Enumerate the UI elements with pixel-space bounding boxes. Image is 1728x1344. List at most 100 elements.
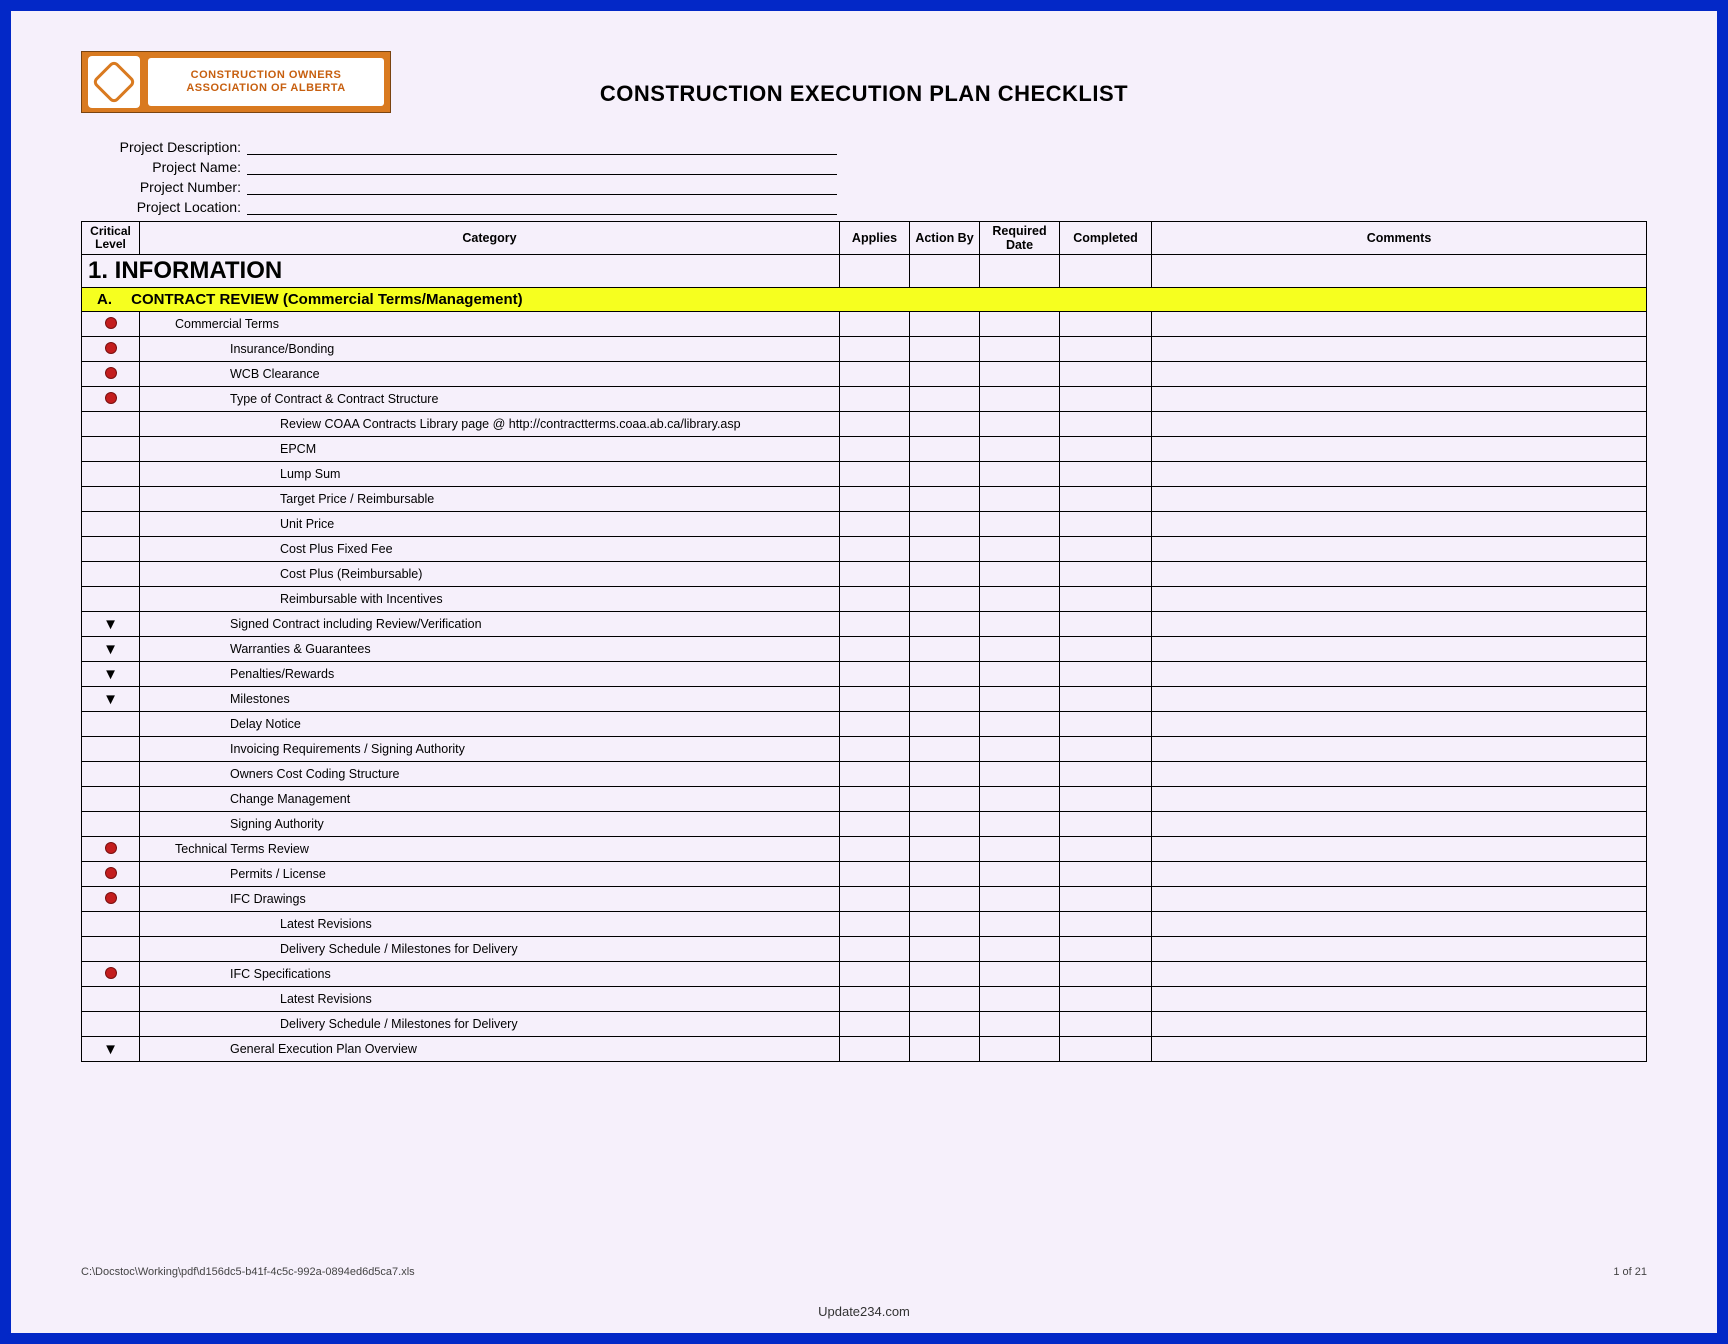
category-text: Review COAA Contracts Library page @ htt… (140, 417, 839, 431)
blank-cell (980, 987, 1060, 1012)
critical-dot-icon (106, 393, 116, 403)
blank-cell (980, 862, 1060, 887)
blank-cell (980, 537, 1060, 562)
project-info-blank (247, 199, 837, 215)
blank-cell (910, 637, 980, 662)
document-title: CONSTRUCTION EXECUTION PLAN CHECKLIST (11, 81, 1717, 107)
table-row: Cost Plus (Reimbursable) (82, 562, 1647, 587)
critical-cell (82, 337, 140, 362)
category-text: Signing Authority (140, 817, 839, 831)
category-text: Latest Revisions (140, 992, 839, 1006)
blank-cell (910, 937, 980, 962)
blank-cell (840, 337, 910, 362)
blank-cell (1060, 637, 1152, 662)
blank-cell (980, 662, 1060, 687)
blank-cell (1152, 787, 1647, 812)
blank-cell (1152, 562, 1647, 587)
expand-arrow-icon: ▼ (103, 691, 118, 708)
category-cell: WCB Clearance (140, 362, 840, 387)
blank-cell (1152, 587, 1647, 612)
section-title: 1. INFORMATION (82, 255, 840, 288)
project-info-row: Project Name: (91, 155, 1647, 175)
table-row: Change Management (82, 787, 1647, 812)
blank-cell (910, 487, 980, 512)
blank-cell (910, 712, 980, 737)
category-text: Lump Sum (140, 467, 839, 481)
critical-cell (82, 937, 140, 962)
category-cell: Lump Sum (140, 462, 840, 487)
blank-cell (910, 787, 980, 812)
table-row: ▼Milestones (82, 687, 1647, 712)
blank-cell (1152, 337, 1647, 362)
blank-cell (980, 512, 1060, 537)
category-cell: Delay Notice (140, 712, 840, 737)
table-row: Target Price / Reimbursable (82, 487, 1647, 512)
project-info-row: Project Number: (91, 175, 1647, 195)
critical-cell (82, 437, 140, 462)
blank-cell (1152, 962, 1647, 987)
blank-cell (840, 987, 910, 1012)
col-action: Action By (910, 222, 980, 255)
category-cell: Delivery Schedule / Milestones for Deliv… (140, 1012, 840, 1037)
document-frame: CONSTRUCTION OWNERS ASSOCIATION OF ALBER… (0, 0, 1728, 1344)
blank-cell (910, 562, 980, 587)
blank-cell (1152, 762, 1647, 787)
category-cell: Change Management (140, 787, 840, 812)
blank-cell (1152, 687, 1647, 712)
col-comments: Comments (1152, 222, 1647, 255)
blank-cell (1152, 737, 1647, 762)
blank-cell (980, 737, 1060, 762)
critical-cell (82, 1012, 140, 1037)
blank-cell (840, 512, 910, 537)
blank-cell (980, 587, 1060, 612)
subsection-title: CONTRACT REVIEW (Commercial Terms/Manage… (131, 291, 522, 308)
blank-cell (1152, 387, 1647, 412)
blank-cell (1152, 412, 1647, 437)
table-row: Latest Revisions (82, 987, 1647, 1012)
category-cell: EPCM (140, 437, 840, 462)
category-text: General Execution Plan Overview (140, 1042, 839, 1056)
table-row: Delivery Schedule / Milestones for Deliv… (82, 1012, 1647, 1037)
blank-cell (840, 562, 910, 587)
blank-cell (1060, 762, 1152, 787)
blank-cell (910, 812, 980, 837)
blank-cell (980, 612, 1060, 637)
category-cell: Signing Authority (140, 812, 840, 837)
critical-dot-icon (106, 968, 116, 978)
blank-cell (840, 387, 910, 412)
blank-cell (840, 1037, 910, 1062)
category-cell: Penalties/Rewards (140, 662, 840, 687)
blank-cell (1060, 962, 1152, 987)
table-row: Invoicing Requirements / Signing Authori… (82, 737, 1647, 762)
table-row: ▼Warranties & Guarantees (82, 637, 1647, 662)
category-cell: Latest Revisions (140, 987, 840, 1012)
blank-cell (1060, 662, 1152, 687)
blank-cell (980, 887, 1060, 912)
subsection-heading-row: A. CONTRACT REVIEW (Commercial Terms/Man… (82, 288, 1647, 312)
blank-cell (910, 387, 980, 412)
blank-cell (1060, 912, 1152, 937)
blank-cell (910, 462, 980, 487)
critical-cell (82, 862, 140, 887)
blank-cell (840, 362, 910, 387)
blank-cell (1152, 662, 1647, 687)
blank-cell (840, 412, 910, 437)
blank-cell (980, 487, 1060, 512)
category-text: Change Management (140, 792, 839, 806)
blank-cell (980, 1037, 1060, 1062)
critical-cell (82, 462, 140, 487)
critical-cell (82, 912, 140, 937)
category-text: Technical Terms Review (140, 842, 839, 856)
blank-cell (840, 962, 910, 987)
category-text: IFC Drawings (140, 892, 839, 906)
blank-cell (980, 312, 1060, 337)
category-cell: Delivery Schedule / Milestones for Deliv… (140, 937, 840, 962)
blank-cell (1060, 862, 1152, 887)
blank-cell (910, 687, 980, 712)
col-critical: Critical Level (82, 222, 140, 255)
blank-cell (840, 812, 910, 837)
critical-dot-icon (106, 368, 116, 378)
blank-cell (1060, 1012, 1152, 1037)
blank-cell (910, 312, 980, 337)
col-applies: Applies (840, 222, 910, 255)
